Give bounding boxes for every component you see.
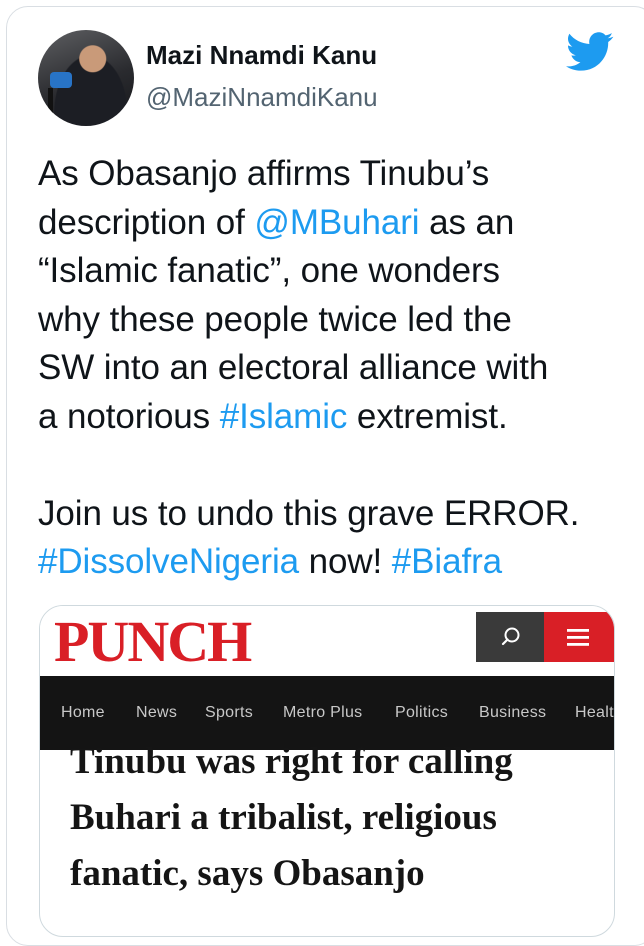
display-name[interactable]: Mazi Nnamdi Kanu xyxy=(146,40,377,71)
article-headline[interactable]: Tinubu was right for calling Buhari a tr… xyxy=(70,734,614,902)
tweet-text-line: Join us to undo this grave ERROR. xyxy=(38,490,628,539)
tweet-text-line: why these people twice led the xyxy=(38,296,628,345)
headline-line: fanatic, says Obasanjo xyxy=(70,853,425,894)
mention-link[interactable]: @MBuhari xyxy=(254,203,419,242)
tweet-text-line: description of @MBuhari as an xyxy=(38,199,628,248)
tweet-text: As Obasanjo affirms Tinubu’s description … xyxy=(38,150,628,587)
tweet-text-line: As Obasanjo affirms Tinubu’s xyxy=(38,150,628,199)
headline-line: Tinubu was right for calling xyxy=(70,741,513,782)
microphone-icon xyxy=(50,72,72,88)
tweet-text-segment: Join us to undo this grave ERROR. xyxy=(38,493,580,533)
hashtag-link[interactable]: #Biafra xyxy=(392,542,502,581)
avatar[interactable] xyxy=(38,30,134,126)
user-handle[interactable]: @MaziNnamdiKanu xyxy=(146,82,378,113)
tweet-text-segment: a notorious xyxy=(38,396,220,436)
tweet-text-line: a notorious #Islamic extremist. xyxy=(38,393,628,442)
tweet-text-segment: description of xyxy=(38,202,255,242)
site-header: PUNCH xyxy=(40,606,614,674)
hashtag-link[interactable]: #Islamic xyxy=(220,397,348,436)
tweet-text-line: SW into an electoral alliance with xyxy=(38,344,628,393)
media-card[interactable]: PUNCH Home News Sports Metro Plus Politi… xyxy=(39,605,615,937)
nav-item-home[interactable]: Home xyxy=(61,704,105,722)
menu-button[interactable] xyxy=(544,612,614,662)
tweet-text-segment: As Obasanjo affirms Tinubu’s xyxy=(38,154,490,193)
search-icon xyxy=(501,627,520,646)
nav-item-metro-plus[interactable]: Metro Plus xyxy=(283,704,362,722)
nav-item-business[interactable]: Business xyxy=(479,704,546,722)
twitter-bird-icon[interactable] xyxy=(566,32,614,72)
tweet-text-line: “Islamic fanatic”, one wonders xyxy=(38,247,628,296)
tweet-text-segment: why these people twice led the xyxy=(38,299,512,339)
search-button[interactable] xyxy=(476,612,544,662)
nav-item-news[interactable]: News xyxy=(136,704,177,722)
tweet-text-segment: now! xyxy=(299,542,392,581)
mic-stand xyxy=(48,88,53,118)
tweet-text-line: #DissolveNigeria now! #Biafra xyxy=(38,538,628,587)
tweet-text-segment: “Islamic fanatic”, one wonders xyxy=(38,251,500,290)
headline-line: Buhari a tribalist, religious xyxy=(70,797,497,838)
tweet-text-segment: SW into an electoral alliance with xyxy=(38,348,549,387)
nav-item-health[interactable]: Healt xyxy=(575,704,614,722)
nav-item-sports[interactable]: Sports xyxy=(205,704,253,722)
tweet-text-segment: extremist. xyxy=(347,396,508,436)
hashtag-link[interactable]: #DissolveNigeria xyxy=(38,542,299,581)
nav-item-politics[interactable]: Politics xyxy=(395,704,448,722)
tweet-text-segment: as an xyxy=(419,202,515,242)
hamburger-menu-icon xyxy=(567,629,589,646)
punch-logo: PUNCH xyxy=(54,609,252,674)
